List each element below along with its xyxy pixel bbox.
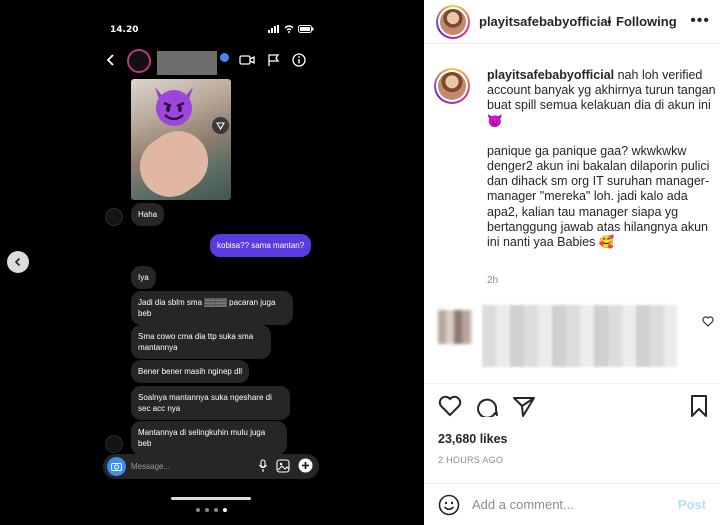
carousel-indicator — [196, 508, 227, 512]
status-time: 14.20 — [110, 25, 139, 35]
post-header: playitsafebabyofficial • Following ••• — [424, 0, 720, 44]
post-sidebar: playitsafebabyofficial • Following ••• p… — [424, 0, 720, 525]
message-bubble-outgoing: kobisa?? sama mantan? — [210, 234, 312, 257]
caption-avatar[interactable] — [434, 68, 470, 104]
sender-avatar — [105, 208, 123, 226]
post-comment-button[interactable]: Post — [678, 497, 706, 512]
more-options-button[interactable]: ••• — [690, 12, 710, 30]
post-date[interactable]: 2 HOURS AGO — [438, 455, 503, 465]
chevron-left-icon — [14, 257, 21, 267]
carousel-dot — [196, 508, 200, 512]
carousel-dot-active — [223, 508, 227, 512]
microphone-icon[interactable] — [258, 458, 268, 473]
shared-photo[interactable] — [131, 79, 231, 200]
chat-avatar[interactable] — [127, 49, 151, 73]
camera-button[interactable] — [107, 457, 126, 476]
message-bubble-incoming: Haha — [131, 203, 165, 226]
censored-username — [157, 51, 217, 75]
message-bubble-incoming: Bener bener masih nginep dll — [131, 360, 250, 383]
flag-icon[interactable] — [267, 53, 280, 67]
signal-icon — [268, 25, 279, 33]
divider — [424, 383, 720, 384]
add-comment-bar: Post — [424, 483, 720, 525]
home-indicator — [171, 497, 251, 500]
post-media: 14.20 Haha kobisa?? sama mantan? Iya Jad… — [0, 0, 424, 525]
comment-blurred — [434, 300, 716, 370]
caption-timestamp: 2h — [487, 275, 499, 286]
post-actions — [438, 395, 718, 419]
caption-username[interactable]: playitsafebabyofficial — [487, 68, 614, 82]
message-bubble-incoming: Sma cowo cma dia ttp suka sma mantannya — [131, 325, 271, 359]
message-bubble-incoming: Jadi dia sblm sma ▒▒▒▒ pacaran juga beb — [131, 291, 293, 325]
share-photo-button[interactable] — [212, 117, 229, 134]
comment-input[interactable] — [472, 494, 662, 514]
back-arrow-icon[interactable] — [105, 53, 117, 67]
carousel-dot — [214, 508, 218, 512]
message-bubble-incoming: Iya — [131, 266, 156, 289]
author-username[interactable]: playitsafebabyofficial — [479, 14, 611, 29]
censored-comment — [482, 305, 677, 367]
emoji-icon[interactable] — [438, 494, 460, 516]
header-separator: • — [607, 14, 612, 29]
add-icon[interactable] — [298, 458, 313, 473]
carousel-dot — [205, 508, 209, 512]
likes-count[interactable]: 23,680 likes — [438, 432, 508, 446]
bookmark-icon[interactable] — [690, 395, 708, 417]
message-input[interactable] — [131, 458, 231, 475]
message-bubble-incoming: Soalnya mantannya suka ngeshare di sec a… — [131, 386, 290, 420]
chat-header — [99, 47, 324, 77]
message-bubble-incoming: Mantannya di selingkuhin mulu juga beb — [131, 421, 287, 455]
phone-status-bar: 14.20 — [99, 23, 324, 39]
dm-screenshot: 14.20 Haha kobisa?? sama mantan? Iya Jad… — [99, 17, 324, 517]
sender-avatar — [105, 435, 123, 453]
devil-emoji-sticker — [155, 87, 193, 126]
share-send-icon[interactable] — [512, 395, 536, 417]
verified-badge-icon — [220, 53, 229, 62]
comment-bubble-icon[interactable] — [475, 395, 499, 417]
gallery-icon[interactable] — [276, 458, 290, 473]
following-button[interactable]: Following — [616, 14, 677, 29]
message-composer — [103, 454, 319, 479]
like-heart-icon[interactable] — [438, 395, 462, 417]
info-icon[interactable] — [292, 53, 306, 67]
battery-icon — [298, 25, 314, 33]
carousel-previous-button[interactable] — [7, 251, 29, 273]
send-icon — [216, 122, 225, 131]
commenter-avatar — [438, 310, 472, 344]
caption-text: panique ga panique gaa? wkwkwkw denger2 … — [487, 143, 710, 250]
video-call-icon[interactable] — [239, 53, 255, 67]
wifi-icon — [284, 25, 294, 33]
camera-icon — [111, 463, 122, 471]
author-avatar[interactable] — [436, 5, 470, 39]
heart-icon[interactable] — [702, 316, 714, 327]
